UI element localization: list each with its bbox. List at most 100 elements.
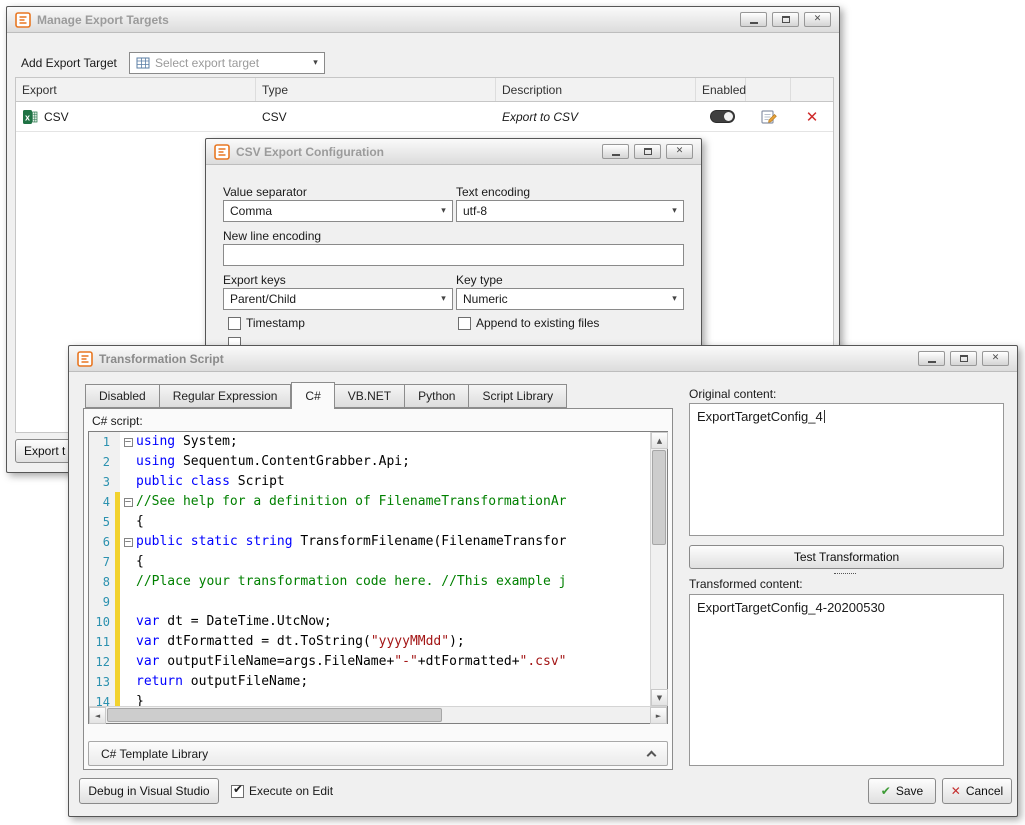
select-export-target-dropdown[interactable]: Select export target ▾	[129, 52, 325, 74]
save-button[interactable]: ✔ Save	[868, 778, 936, 804]
tab-python[interactable]: Python	[405, 384, 469, 408]
new-line-encoding-input[interactable]	[223, 244, 684, 266]
column-header-description[interactable]: Description	[496, 78, 696, 101]
scroll-right-icon[interactable]: ►	[650, 707, 667, 724]
line-number: 6	[89, 532, 115, 552]
outline-gutter	[120, 572, 136, 592]
close-button[interactable]: ✕	[666, 144, 693, 159]
code-line[interactable]: 6–public static string TransformFilename…	[89, 532, 650, 552]
collapse-region-icon[interactable]: –	[124, 498, 133, 507]
outline-gutter: –	[120, 532, 136, 552]
enabled-toggle[interactable]	[710, 110, 735, 123]
maximize-icon	[644, 148, 652, 155]
code-text: {	[136, 552, 650, 572]
timestamp-checkbox[interactable]: Timestamp	[228, 316, 305, 330]
append-checkbox[interactable]: Append to existing files	[458, 316, 599, 330]
script-tabs: Disabled Regular Expression C# VB.NET Py…	[85, 382, 567, 408]
text-encoding-dropdown[interactable]: utf-8 ▾	[456, 200, 684, 222]
code-line[interactable]: 12var outputFileName=args.FileName+"-"+d…	[89, 652, 650, 672]
minimize-button[interactable]	[918, 351, 945, 366]
code-text: {	[136, 512, 650, 532]
code-editor[interactable]: 1–using System;2using Sequentum.ContentG…	[88, 431, 668, 724]
template-library-expander[interactable]: C# Template Library	[88, 741, 668, 766]
test-transformation-button[interactable]: Test Transformation	[689, 545, 1004, 569]
minimize-button[interactable]	[740, 12, 767, 27]
outline-gutter	[120, 652, 136, 672]
code-line[interactable]: 10var dt = DateTime.UtcNow;	[89, 612, 650, 632]
export-keys-dropdown[interactable]: Parent/Child ▾	[223, 288, 453, 310]
minimize-button[interactable]	[602, 144, 629, 159]
collapse-region-icon[interactable]: –	[124, 538, 133, 547]
execute-on-edit-checkbox[interactable]: ✔ Execute on Edit	[231, 784, 333, 798]
code-text: public static string TransformFilename(F…	[136, 532, 650, 552]
close-button[interactable]: ✕	[804, 12, 831, 27]
code-line[interactable]: 7{	[89, 552, 650, 572]
code-line[interactable]: 13return outputFileName;	[89, 672, 650, 692]
tab-disabled[interactable]: Disabled	[85, 384, 160, 408]
save-check-icon: ✔	[881, 784, 891, 798]
close-button[interactable]: ✕	[982, 351, 1009, 366]
close-icon: ✕	[814, 15, 822, 24]
script-window-titlebar[interactable]: Transformation Script ✕	[69, 346, 1017, 372]
transformed-content-label: Transformed content:	[689, 577, 803, 591]
collapse-region-icon[interactable]: –	[124, 438, 133, 447]
outline-gutter	[120, 632, 136, 652]
code-text: return outputFileName;	[136, 672, 650, 692]
code-text: }	[136, 692, 650, 706]
csv-window-titlebar[interactable]: CSV Export Configuration ✕	[206, 139, 701, 165]
tab-regular-expression[interactable]: Regular Expression	[160, 384, 292, 408]
line-number: 14	[89, 692, 115, 706]
code-line[interactable]: 4–//See help for a definition of Filenam…	[89, 492, 650, 512]
code-line[interactable]: 5{	[89, 512, 650, 532]
chevron-down-icon: ▾	[666, 294, 683, 304]
window-title: CSV Export Configuration	[236, 145, 596, 159]
horizontal-scroll-thumb[interactable]	[107, 708, 442, 722]
key-type-dropdown[interactable]: Numeric ▾	[456, 288, 684, 310]
code-line[interactable]: 9	[89, 592, 650, 612]
original-content-box[interactable]: ExportTargetConfig_4	[689, 403, 1004, 536]
chevron-down-icon: ▾	[435, 294, 452, 304]
tab-vbnet[interactable]: VB.NET	[335, 384, 405, 408]
svg-text:x: x	[25, 112, 30, 122]
vertical-scrollbar[interactable]: ▲ ▼	[650, 432, 667, 706]
code-line[interactable]: 2using Sequentum.ContentGrabber.Api;	[89, 452, 650, 472]
vertical-scroll-thumb[interactable]	[652, 450, 666, 545]
outline-gutter	[120, 552, 136, 572]
code-line[interactable]: 8//Place your transformation code here. …	[89, 572, 650, 592]
column-header-enabled[interactable]: Enabled	[696, 78, 746, 101]
cancel-button[interactable]: ✕ Cancel	[942, 778, 1012, 804]
table-row[interactable]: x CSV CSV Export to CSV ✕	[16, 102, 833, 132]
code-lines: 1–using System;2using Sequentum.ContentG…	[89, 432, 650, 706]
horizontal-scrollbar[interactable]: ◄ ►	[89, 706, 667, 723]
code-line[interactable]: 1–using System;	[89, 432, 650, 452]
maximize-button[interactable]	[634, 144, 661, 159]
code-text	[136, 592, 650, 612]
line-number: 10	[89, 612, 115, 632]
chevron-down-icon: ▾	[666, 206, 683, 216]
value-separator-dropdown[interactable]: Comma ▾	[223, 200, 453, 222]
scroll-up-icon[interactable]: ▲	[651, 432, 668, 449]
column-header-type[interactable]: Type	[256, 78, 496, 101]
scroll-down-icon[interactable]: ▼	[651, 689, 668, 706]
edit-icon[interactable]	[760, 108, 777, 125]
maximize-button[interactable]	[950, 351, 977, 366]
debug-in-visual-studio-button[interactable]: Debug in Visual Studio	[79, 778, 219, 804]
outline-gutter: –	[120, 432, 136, 452]
outline-gutter	[120, 452, 136, 472]
maximize-button[interactable]	[772, 12, 799, 27]
scroll-left-icon[interactable]: ◄	[89, 707, 106, 724]
code-line[interactable]: 11var dtFormatted = dt.ToString("yyyyMMd…	[89, 632, 650, 652]
code-line[interactable]: 14}	[89, 692, 650, 706]
tab-script-library[interactable]: Script Library	[469, 384, 567, 408]
tab-csharp[interactable]: C#	[291, 382, 334, 409]
transformed-content-box[interactable]: ExportTargetConfig_4-20200530	[689, 594, 1004, 766]
timestamp-label: Timestamp	[246, 316, 305, 330]
outline-gutter	[120, 692, 136, 706]
code-line[interactable]: 3public class Script	[89, 472, 650, 492]
value-separator-label: Value separator	[223, 185, 307, 199]
check-icon: ✔	[233, 782, 243, 796]
delete-icon[interactable]: ✕	[806, 108, 819, 126]
manage-window-titlebar[interactable]: Manage Export Targets ✕	[7, 7, 839, 33]
column-header-export[interactable]: Export	[16, 78, 256, 101]
append-label: Append to existing files	[476, 316, 599, 330]
